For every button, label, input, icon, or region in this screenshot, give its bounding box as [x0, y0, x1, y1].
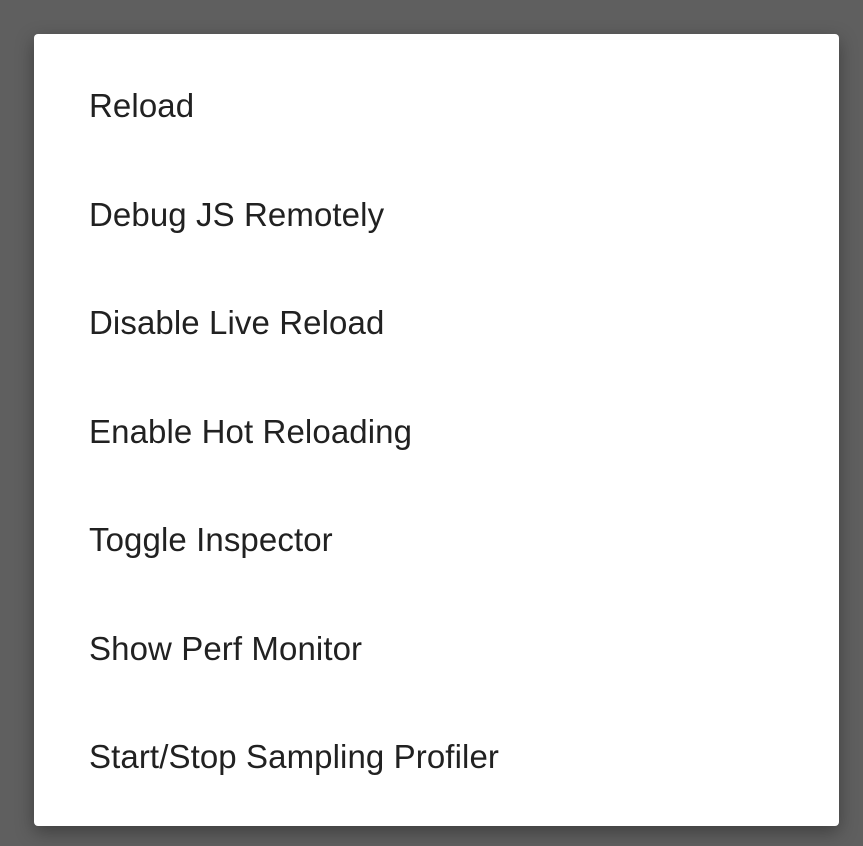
menu-item-label: Show Perf Monitor — [89, 629, 363, 667]
menu-item-label: Disable Live Reload — [89, 304, 385, 342]
menu-item-disable-live-reload[interactable]: Disable Live Reload — [34, 269, 839, 378]
menu-item-toggle-inspector[interactable]: Toggle Inspector — [34, 486, 839, 595]
dev-menu-dialog: Reload Debug JS Remotely Disable Live Re… — [34, 34, 839, 826]
menu-item-sampling-profiler[interactable]: Start/Stop Sampling Profiler — [34, 703, 839, 812]
menu-item-label: Debug JS Remotely — [89, 195, 385, 233]
menu-item-label: Toggle Inspector — [89, 521, 333, 559]
menu-item-label: Reload — [89, 87, 195, 125]
menu-item-reload[interactable]: Reload — [34, 52, 839, 161]
menu-item-show-perf-monitor[interactable]: Show Perf Monitor — [34, 595, 839, 704]
menu-item-label: Enable Hot Reloading — [89, 412, 413, 450]
menu-item-label: Start/Stop Sampling Profiler — [89, 738, 499, 776]
menu-item-enable-hot-reloading[interactable]: Enable Hot Reloading — [34, 378, 839, 487]
dev-menu-list: Reload Debug JS Remotely Disable Live Re… — [34, 34, 839, 812]
menu-item-debug-js-remotely[interactable]: Debug JS Remotely — [34, 161, 839, 270]
